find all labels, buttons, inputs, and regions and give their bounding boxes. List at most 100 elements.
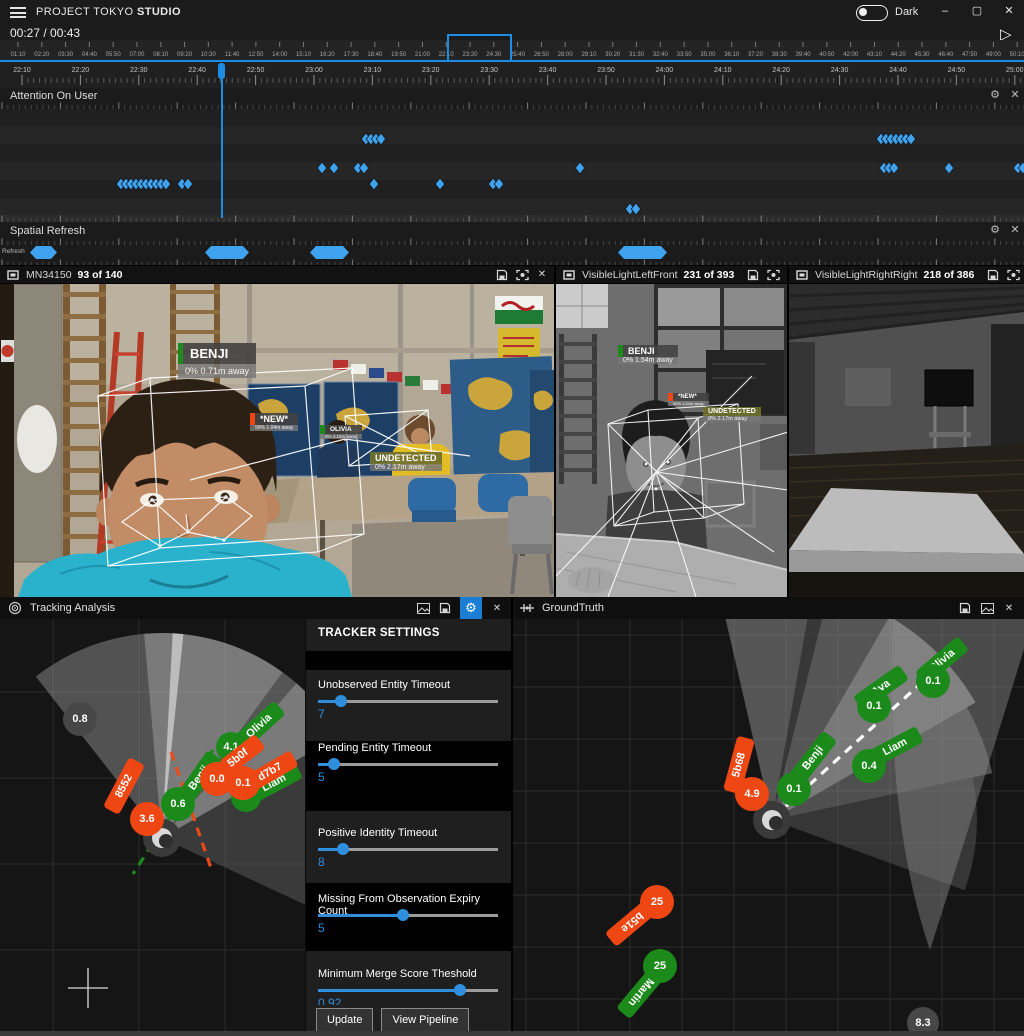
save-icon[interactable]: [495, 268, 509, 282]
attention-event-marker[interactable]: [359, 162, 368, 174]
settings-gear-icon[interactable]: ⚙: [460, 597, 482, 619]
theme-toggle[interactable]: [856, 5, 888, 21]
save-icon[interactable]: [986, 268, 1000, 282]
groundtruth-entity-score[interactable]: 25: [643, 949, 677, 983]
close-icon[interactable]: ✕: [1002, 601, 1016, 615]
spatial-refresh-marker[interactable]: [618, 246, 667, 259]
attention-event-marker[interactable]: [329, 162, 338, 174]
attention-event-marker[interactable]: [944, 162, 953, 174]
overview-tick-label: 16:20: [320, 52, 336, 58]
attention-event-marker[interactable]: [369, 178, 378, 190]
setting-label: Pending Entity Timeout: [318, 742, 508, 754]
close-button[interactable]: ✕: [998, 2, 1020, 20]
face-detect-icon[interactable]: [515, 268, 529, 282]
spatial-close-icon[interactable]: ✕: [1008, 223, 1022, 236]
tracking-entity-score[interactable]: 0.8: [63, 702, 97, 736]
setting-label: Unobserved Entity Timeout: [318, 679, 508, 691]
move-axes-icon: [520, 601, 534, 615]
setting-slider[interactable]: [318, 700, 498, 703]
video-frame-count: 218 of 386: [924, 269, 975, 281]
attention-event-marker[interactable]: [494, 178, 503, 190]
tracking-entity-score[interactable]: 0.6: [161, 787, 195, 821]
save-icon[interactable]: [958, 601, 972, 615]
spatial-track-title: Spatial Refresh: [10, 225, 85, 237]
timeline-detail-ruler[interactable]: 22:1022:2022:3022:4022:5023:0023:1023:20…: [0, 60, 1024, 88]
overview-tick-label: 14:00: [272, 52, 288, 58]
groundtruth-entity-score[interactable]: 0.1: [916, 664, 950, 698]
update-button[interactable]: Update: [316, 1008, 373, 1032]
detection-label-new[interactable]: *NEW*99% 1.04m away: [668, 393, 709, 406]
panel-title: GroundTruth: [542, 602, 604, 614]
detail-tick-label: 25:00: [1006, 67, 1024, 74]
video-panel-mn34150: MN34150 93 of 140 ✕: [0, 265, 555, 597]
timeline-selection-box[interactable]: [447, 34, 512, 63]
attention-event-marker[interactable]: [183, 178, 192, 190]
close-icon[interactable]: ✕: [535, 268, 549, 282]
spatial-refresh-marker[interactable]: [310, 246, 349, 259]
tracking-entity-score[interactable]: 3.6: [130, 802, 164, 836]
groundtruth-entity-score[interactable]: 0.1: [857, 689, 891, 723]
timeline-overview-ruler[interactable]: 01:1002:2003:3004:4005:5007:0008:1009:20…: [0, 40, 1024, 60]
slider-thumb[interactable]: [397, 909, 409, 921]
detection-label-benji[interactable]: BENJI0% 0.71m away: [178, 343, 256, 378]
slider-fill: [318, 989, 460, 992]
video-title: MN34150: [26, 269, 72, 281]
setting-slider[interactable]: [318, 989, 498, 992]
spatial-settings-gear-icon[interactable]: ⚙: [988, 223, 1002, 236]
setting-value: 5: [318, 921, 325, 935]
groundtruth-canvas[interactable]: 5b684.9Benji0.1Ava0.1Olivia0.1Liam0.4b51…: [512, 619, 1024, 1036]
groundtruth-entity-score[interactable]: 25: [640, 885, 674, 919]
attention-close-icon[interactable]: ✕: [1008, 88, 1022, 101]
spatial-refresh-marker[interactable]: [30, 246, 57, 259]
video-frame[interactable]: [789, 284, 1024, 597]
theme-toggle-knob: [859, 8, 867, 16]
detection-label-undetected[interactable]: UNDETECTED0% 2.17m away: [703, 407, 761, 422]
overview-tick-label: 47:50: [962, 52, 978, 58]
groundtruth-entity-score[interactable]: 0.1: [777, 772, 811, 806]
maximize-button[interactable]: ▢: [966, 2, 988, 20]
detection-label-benji[interactable]: BENJI0% 1.54m away: [618, 345, 678, 364]
tracking-entity-score[interactable]: 0.1: [226, 766, 260, 800]
attention-track-title: Attention On User: [10, 90, 97, 102]
video-frame[interactable]: BENJI0% 0.71m away *NEW*99% 1.04m away OLI…: [0, 284, 555, 597]
attention-settings-gear-icon[interactable]: ⚙: [988, 88, 1002, 101]
spatial-refresh-marker[interactable]: [205, 246, 249, 259]
detection-label-olivia[interactable]: OLIVIA0% 4.15m away: [320, 425, 362, 439]
attention-event-marker[interactable]: [317, 162, 326, 174]
save-icon[interactable]: [746, 268, 760, 282]
detection-label-new[interactable]: *NEW*99% 1.04m away: [250, 413, 298, 431]
detail-tick-label: 23:20: [422, 67, 440, 74]
panel-divider: [511, 597, 513, 1036]
face-detect-icon[interactable]: [766, 268, 780, 282]
project-tokyo-studio-window: PROJECT TOKYO STUDIO Dark – ▢ ✕ 00:27 / …: [0, 0, 1024, 1036]
save-icon[interactable]: [438, 601, 452, 615]
overview-tick-label: 02:20: [34, 52, 50, 58]
overview-tick-label: 31:30: [629, 52, 645, 58]
attention-event-marker[interactable]: [631, 203, 640, 215]
setting-label: Positive Identity Timeout: [318, 827, 508, 839]
detection-distance: 0% 2.17m away: [370, 464, 442, 471]
hamburger-menu-icon[interactable]: [10, 7, 26, 18]
slider-thumb[interactable]: [454, 984, 466, 996]
attention-event-marker[interactable]: [575, 162, 584, 174]
image-export-icon[interactable]: [416, 601, 430, 615]
groundtruth-entity-score[interactable]: 4.9: [735, 777, 769, 811]
groundtruth-entity-score[interactable]: 0.4: [852, 749, 886, 783]
image-export-icon[interactable]: [980, 601, 994, 615]
face-detect-icon[interactable]: [1006, 268, 1020, 282]
view-pipeline-button[interactable]: View Pipeline: [381, 1008, 469, 1032]
detection-label-undetected[interactable]: UNDETECTED0% 2.17m away: [370, 452, 442, 471]
setting-slider[interactable]: [318, 763, 498, 766]
close-icon[interactable]: ✕: [490, 601, 504, 615]
overview-tick-label: 21:00: [415, 52, 431, 58]
setting-slider[interactable]: [318, 914, 498, 917]
minimize-button[interactable]: –: [934, 2, 956, 20]
video-frame[interactable]: BENJI0% 1.54m away *NEW*99% 1.04m awayUND…: [556, 284, 788, 597]
playhead-handle[interactable]: [218, 63, 225, 79]
setting-slider[interactable]: [318, 848, 498, 851]
slider-thumb[interactable]: [335, 695, 347, 707]
overview-tick-label: 29:10: [581, 52, 597, 58]
horizontal-scrollbar[interactable]: [0, 1031, 1024, 1036]
slider-thumb[interactable]: [337, 843, 349, 855]
attention-event-marker[interactable]: [435, 178, 444, 190]
